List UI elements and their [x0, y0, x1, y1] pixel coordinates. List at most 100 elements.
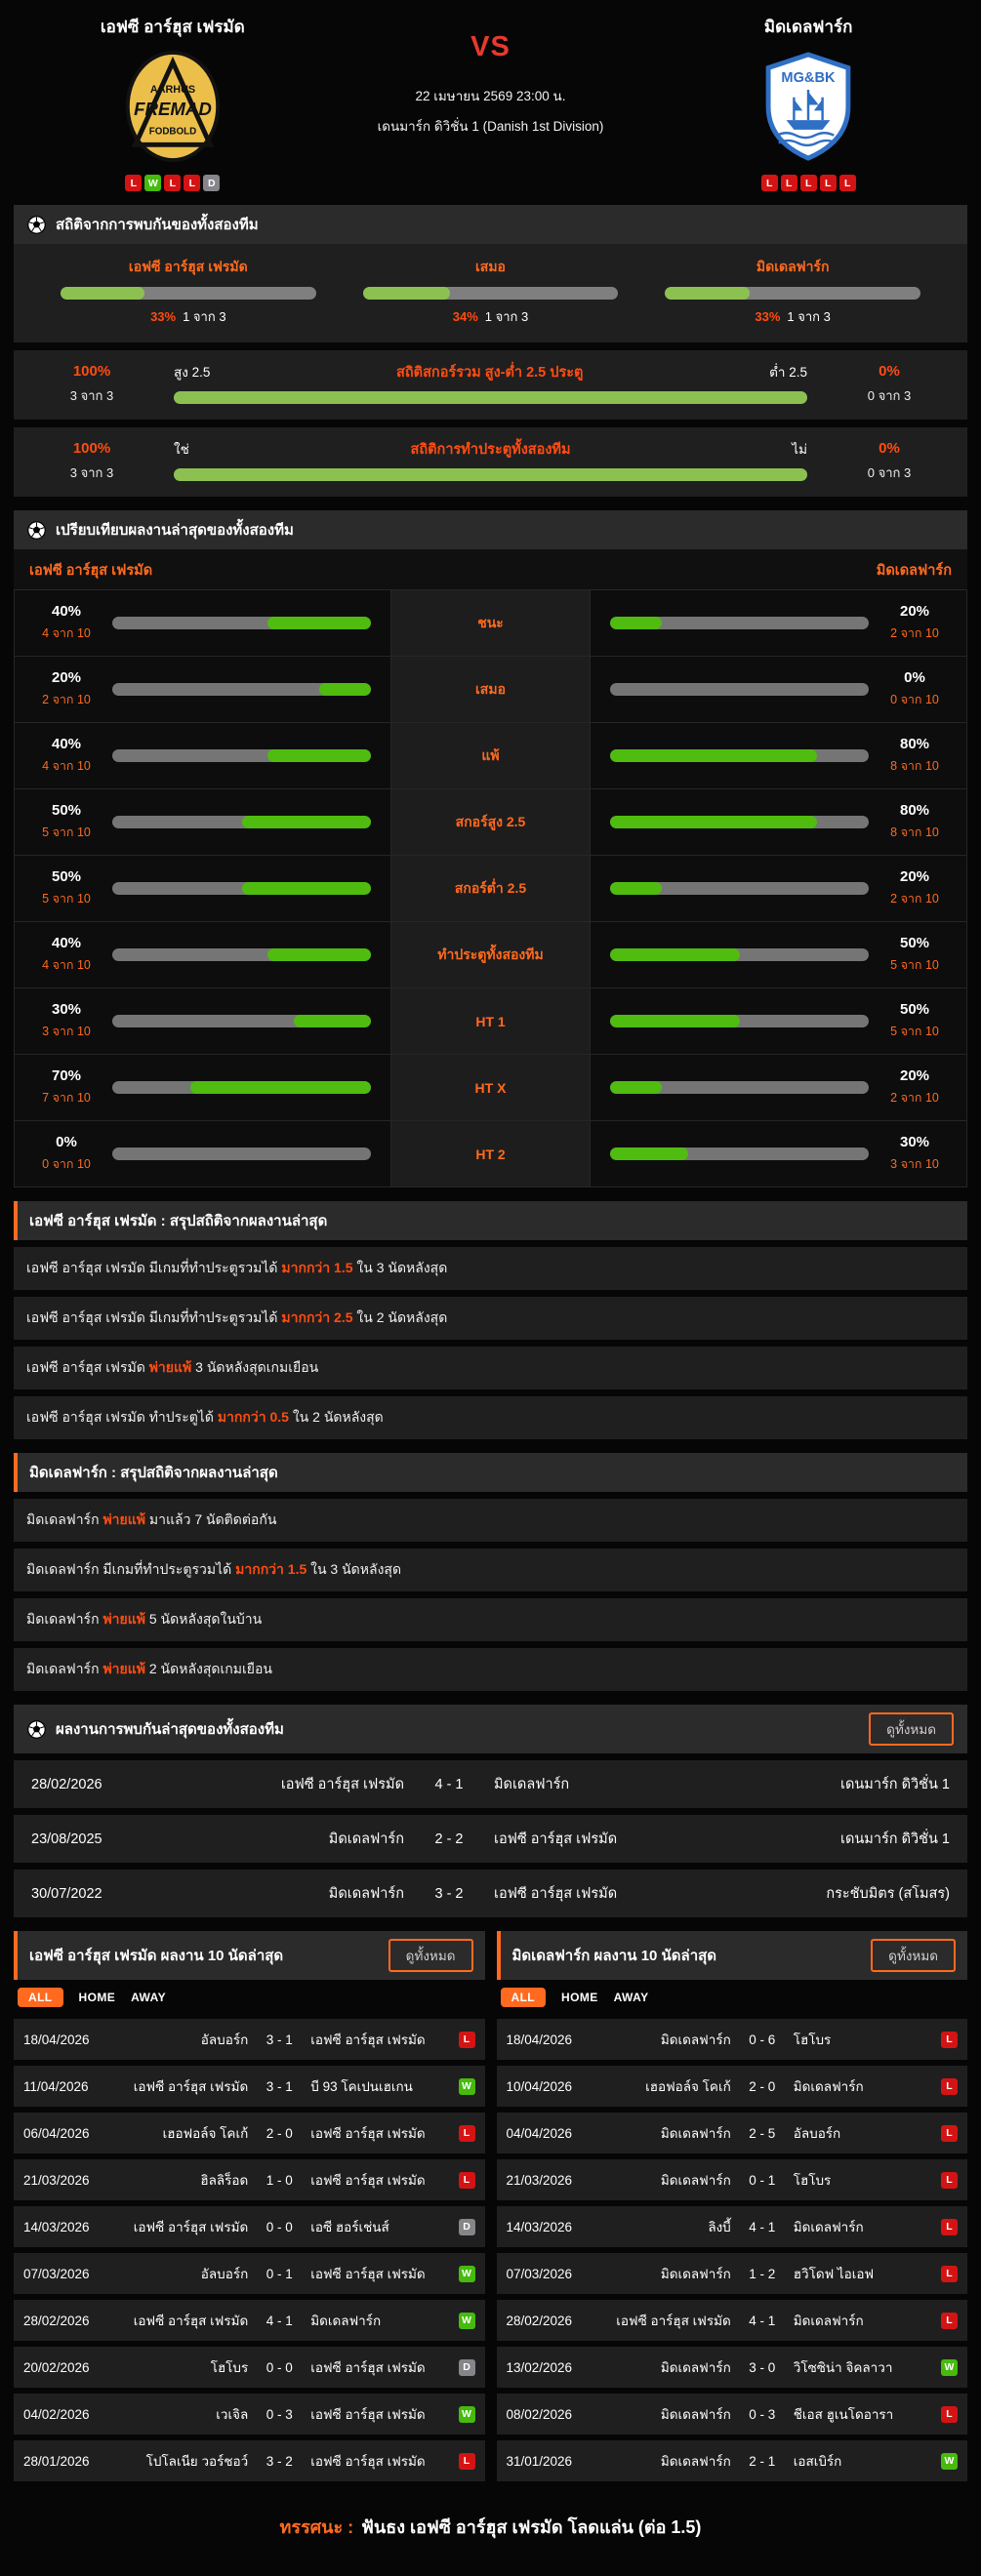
home-team: อัลบอร์ก	[200, 2267, 249, 2281]
match-date: 28/02/2026	[23, 2313, 90, 2328]
result-badge: W	[458, 2312, 475, 2329]
match-row[interactable]: 18/04/2026 มิดเดลฟาร์ก 0 - 6 โฮโบร L	[496, 2019, 967, 2060]
match-row[interactable]: 10/04/2026 เฮอฟอล์จ โคเก้ 2 - 0 มิดเดลฟา…	[496, 2066, 967, 2107]
match-row[interactable]: 21/03/2026 ฮิลลิร็อด 1 - 0 เอฟซี อาร์ฮุส…	[14, 2159, 485, 2200]
match-row[interactable]: 11/04/2026 เอฟซี อาร์ฮุส เฟรมัด 3 - 1 บี…	[14, 2066, 485, 2107]
home-team: อัลบอร์ก	[200, 2033, 249, 2047]
home-recent-title: เอฟซี อาร์ฮุส เฟรมัด ผลงาน 10 นัดล่าสุด	[29, 1948, 284, 1964]
tab-home[interactable]: HOME	[79, 1991, 116, 2004]
h2h-stat-rows: 100% 3 จาก 3 สูง 2.5 สถิติสกอร์รวม สูง-ต…	[14, 350, 967, 497]
match-date: 30/07/2022	[31, 1885, 102, 1902]
match-date: 20/02/2026	[23, 2359, 90, 2375]
home-team: โปโลเนีย วอร์ชอว์	[145, 2454, 249, 2469]
comparison-away-pct: 0%	[904, 669, 925, 686]
summary-row: เอฟซี อาร์ฮุส เฟรมัด พ่ายแพ้ 3 นัดหลังสุ…	[14, 1347, 967, 1389]
away-team: เอฟซี อาร์ฮุส เฟรมัด	[310, 2267, 426, 2281]
match-score: 4 - 1	[266, 2313, 293, 2328]
summary-highlight: พ่ายแพ้	[148, 1359, 192, 1375]
summary-highlight: มากกว่า 1.5	[235, 1561, 307, 1577]
tab-away[interactable]: AWAY	[131, 1991, 166, 2004]
tab-home[interactable]: HOME	[561, 1991, 598, 2004]
stat-left-pct: 100%	[72, 440, 111, 457]
comparison-home-bar	[112, 1081, 371, 1094]
home-team: โฮโบร	[210, 2360, 249, 2375]
comparison-section: เปรียบเทียบผลงานล่าสุดของทั้งสองทีม เอฟซ…	[14, 510, 967, 1187]
match-row[interactable]: 21/03/2026 มิดเดลฟาร์ก 0 - 1 โฮโบร L	[496, 2159, 967, 2200]
result-badge: W	[458, 2265, 475, 2282]
summary-highlight: พ่ายแพ้	[102, 1511, 145, 1527]
match-row[interactable]: 07/03/2026 มิดเดลฟาร์ก 1 - 2 ฮวิโดฟ ไอเอ…	[496, 2253, 967, 2294]
h2h-view-all-button[interactable]: ดูทั้งหมด	[869, 1712, 954, 1746]
comparison-row-label: HT 2	[390, 1121, 591, 1187]
away-recent-rows: 18/04/2026 มิดเดลฟาร์ก 0 - 6 โฮโบร L 10/…	[496, 2019, 967, 2481]
match-row[interactable]: 28/02/2026 เอฟซี อาร์ฮุส เฟรมัด 4 - 1 มิ…	[496, 2300, 967, 2341]
away-team: มิดเดลฟาร์ก	[793, 2079, 864, 2094]
match-date: 21/03/2026	[23, 2172, 90, 2188]
match-date: 10/04/2026	[506, 2078, 573, 2094]
home-recent-header: เอฟซี อาร์ฮุส เฟรมัด ผลงาน 10 นัดล่าสุด …	[14, 1931, 485, 1980]
comparison-home-pct: 40%	[51, 603, 82, 620]
match-row[interactable]: 31/01/2026 มิดเดลฟาร์ก 2 - 1 เอสเบิร์ก W	[496, 2440, 967, 2481]
match-date: 28/02/2026	[31, 1776, 102, 1792]
match-row[interactable]: 08/02/2026 มิดเดลฟาร์ก 0 - 3 ชีเอส ฮูเนโ…	[496, 2394, 967, 2435]
match-row[interactable]: 14/03/2026 เอฟซี อาร์ฮุส เฟรมัด 0 - 0 เอ…	[14, 2206, 485, 2247]
away-recent-view-all-button[interactable]: ดูทั้งหมด	[871, 1939, 956, 1972]
match-row[interactable]: 14/03/2026 ลิงบี้ 4 - 1 มิดเดลฟาร์ก L	[496, 2206, 967, 2247]
comparison-away-bar	[610, 749, 869, 762]
tab-all[interactable]: ALL	[500, 1988, 547, 2007]
comparison-away-count: 2 จาก 10	[890, 1091, 939, 1105]
verdict-footer: ทรรศนะ : ฟันธง เอฟซี อาร์ฮุส เฟรมัด โลดแล…	[14, 2513, 967, 2541]
h2h-result-row[interactable]: 30/07/2022 มิดเดลฟาร์ก 3 - 2 เอฟซี อาร์ฮ…	[14, 1870, 967, 1917]
summary-text: ใน 3 นัดหลังสุด	[307, 1561, 402, 1577]
tab-away[interactable]: AWAY	[614, 1991, 649, 2004]
match-score: 0 - 0	[266, 2359, 293, 2375]
comparison-away-pct: 50%	[899, 1001, 930, 1018]
comparison-home-pct: 30%	[51, 1001, 82, 1018]
summary-highlight: มากกว่า 0.5	[217, 1409, 289, 1425]
summary-text: มาแล้ว 7 นัดติดต่อกัน	[144, 1511, 277, 1527]
match-row[interactable]: 04/04/2026 มิดเดลฟาร์ก 2 - 5 อัลบอร์ก L	[496, 2113, 967, 2153]
match-row[interactable]: 20/02/2026 โฮโบร 0 - 0 เอฟซี อาร์ฮุส เฟร…	[14, 2347, 485, 2388]
summary-highlight: พ่ายแพ้	[102, 1611, 145, 1627]
h2h-result-row[interactable]: 23/08/2025 มิดเดลฟาร์ก 2 - 2 เอฟซี อาร์ฮ…	[14, 1815, 967, 1863]
form-badge: L	[184, 175, 201, 191]
summary-text: ใน 2 นัดหลังสุด	[352, 1309, 448, 1325]
comparison-away-pct: 20%	[899, 1067, 930, 1084]
h2h-stats-section: สถิติจากการพบกันของทั้งสองทีม เอฟซี อาร์…	[14, 205, 967, 342]
summary-row: มิดเดลฟาร์ก พ่ายแพ้ 2 นัดหลังสุดเกมเยือน	[14, 1648, 967, 1691]
svg-text:FODBOLD: FODBOLD	[149, 127, 197, 138]
match-score: 0 - 6	[749, 2032, 776, 2047]
match-row[interactable]: 18/04/2026 อัลบอร์ก 3 - 1 เอฟซี อาร์ฮุส …	[14, 2019, 485, 2060]
result-badge: L	[941, 2031, 958, 2048]
match-row[interactable]: 13/02/2026 มิดเดลฟาร์ก 3 - 0 วิโซซิน่า จ…	[496, 2347, 967, 2388]
stat-bar	[174, 391, 807, 404]
home-summary-title: เอฟซี อาร์ฮุส เฟรมัด : สรุปสถิติจากผลงาน…	[29, 1213, 328, 1229]
form-badge: L	[760, 175, 778, 191]
form-badge: L	[799, 175, 817, 191]
match-score: 2 - 0	[266, 2125, 293, 2141]
match-score: 4 - 1	[434, 1776, 464, 1792]
comparison-home-pct: 40%	[51, 935, 82, 951]
away-team-block: มิดเดลฟาร์ก MG&BK LLLLL	[649, 14, 967, 191]
h2h-count: 1 จาก 3	[183, 309, 226, 324]
match-date: 07/03/2026	[23, 2266, 90, 2281]
h2h-result-row[interactable]: 28/02/2026 เอฟซี อาร์ฮุส เฟรมัด 4 - 1 มิ…	[14, 1760, 967, 1808]
tab-all[interactable]: ALL	[18, 1988, 63, 2007]
stat-right-pct: 0%	[879, 440, 900, 457]
home-team: มิดเดลฟาร์ก	[660, 2360, 731, 2375]
comparison-home-pct: 50%	[51, 802, 82, 819]
away-team: เอฟซี อาร์ฮุส เฟรมัด	[310, 2033, 426, 2047]
home-team: เอฟซี อาร์ฮุส เฟรมัด	[133, 2079, 249, 2094]
match-date: 18/04/2026	[506, 2032, 573, 2047]
match-row[interactable]: 28/01/2026 โปโลเนีย วอร์ชอว์ 3 - 2 เอฟซี…	[14, 2440, 485, 2481]
match-date: 18/04/2026	[23, 2032, 90, 2047]
match-row[interactable]: 04/02/2026 เวเจิล 0 - 3 เอฟซี อาร์ฮุส เฟ…	[14, 2394, 485, 2435]
match-row[interactable]: 07/03/2026 อัลบอร์ก 0 - 1 เอฟซี อาร์ฮุส …	[14, 2253, 485, 2294]
match-row[interactable]: 28/02/2026 เอฟซี อาร์ฮุส เฟรมัด 4 - 1 มิ…	[14, 2300, 485, 2341]
summary-text: มิดเดลฟาร์ก	[26, 1611, 103, 1627]
home-recent-view-all-button[interactable]: ดูทั้งหมด	[388, 1939, 473, 1972]
comparison-away-bar	[610, 882, 869, 895]
home-team: เอฟซี อาร์ฮุส เฟรมัด	[133, 2220, 249, 2234]
svg-text:AARHUS: AARHUS	[150, 84, 195, 96]
match-row[interactable]: 06/04/2026 เฮอฟอล์จ โคเก้ 2 - 0 เอฟซี อา…	[14, 2113, 485, 2153]
